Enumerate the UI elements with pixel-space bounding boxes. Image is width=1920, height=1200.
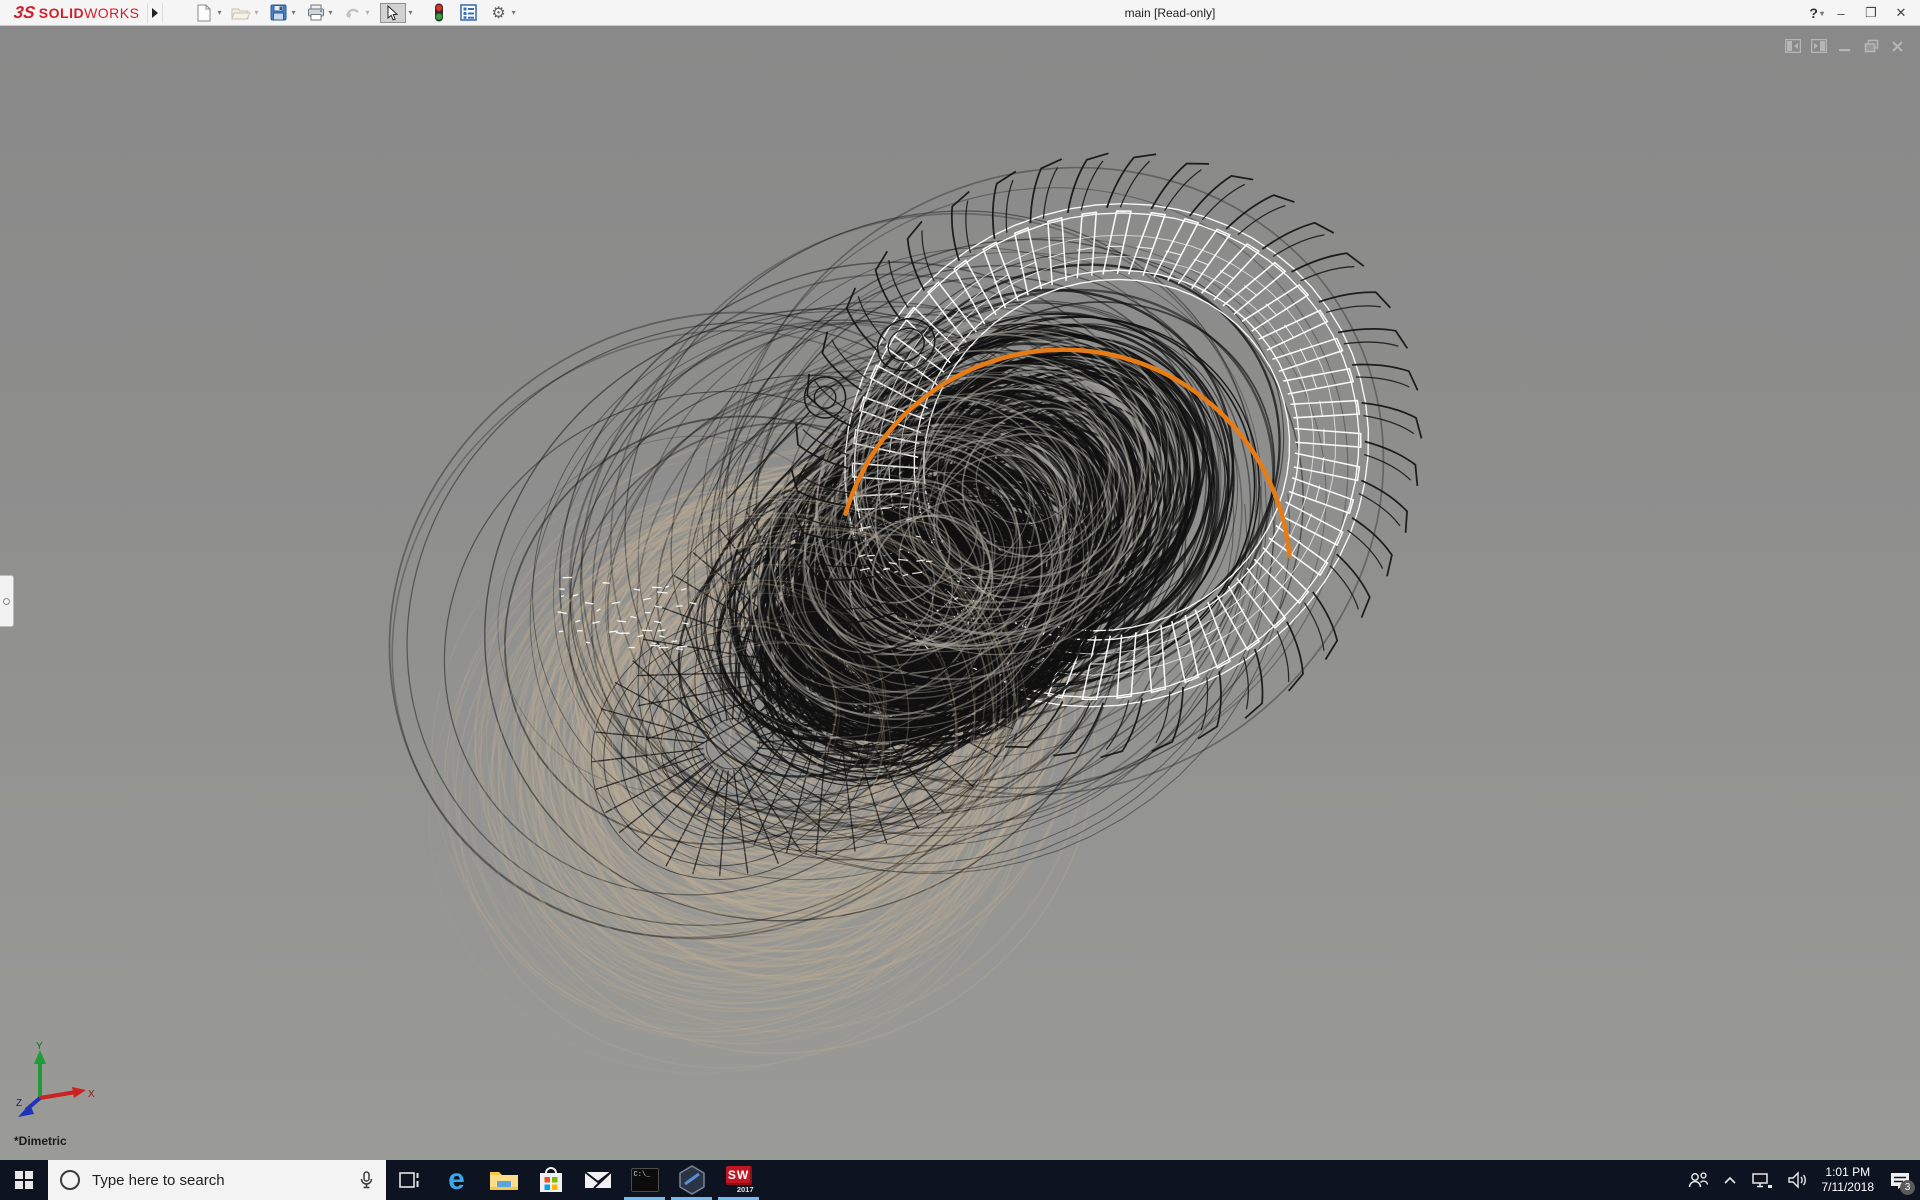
volume-button[interactable] [1780, 1160, 1814, 1200]
feature-list-button[interactable] [457, 3, 481, 23]
model-wireframe[interactable] [0, 26, 1920, 1160]
taskbar-item-mail[interactable] [574, 1160, 621, 1200]
file-explorer-icon [489, 1172, 518, 1190]
feature-tree-collapsed-tab[interactable] [0, 575, 14, 627]
search-input[interactable]: Type here to search [48, 1160, 386, 1200]
open-folder-icon [231, 4, 252, 22]
system-tray: 1:01 PM 7/11/2018 3 [1680, 1160, 1920, 1200]
dropdown-caret-icon[interactable]: ▾ [512, 8, 516, 17]
taskbar-item-hexagon-app[interactable] [668, 1160, 715, 1200]
feature-list-icon [459, 4, 479, 22]
taskbar-item-edge[interactable]: e [433, 1160, 480, 1200]
view-orientation-label: *Dimetric [14, 1134, 67, 1148]
menu-expand-arrow-icon[interactable] [147, 2, 164, 23]
cortana-icon [60, 1170, 80, 1190]
logo-3s-glyph: 3S [12, 2, 37, 22]
tray-date: 7/11/2018 [1821, 1180, 1875, 1194]
start-button[interactable] [0, 1160, 48, 1200]
minimize-button[interactable]: – [1828, 2, 1854, 24]
display-states-button[interactable] [427, 3, 451, 23]
taskbar-item-store[interactable] [527, 1160, 574, 1200]
command-prompt-icon: C:\_ [630, 1168, 659, 1192]
select-tool-button[interactable]: ▾ [378, 2, 415, 24]
help-button[interactable]: ? ▾ [1809, 5, 1824, 21]
taskbar-app-icons: e C:\_ SW 2017 [386, 1160, 762, 1200]
undo-arrow-icon [343, 4, 363, 22]
save-button[interactable]: ▾ [267, 3, 298, 23]
close-button[interactable]: ✕ [1888, 2, 1914, 24]
settings-button[interactable]: ⚙ ▾ [487, 3, 518, 23]
taskbar: Type here to search e C:\_ SW 2017 1:01 … [0, 1160, 1920, 1200]
windows-logo-icon [15, 1171, 33, 1189]
people-icon [1688, 1172, 1708, 1188]
notification-badge: 3 [1900, 1180, 1915, 1195]
hidden-icons-button[interactable] [1716, 1160, 1744, 1200]
task-view-icon [398, 1172, 418, 1188]
restore-button[interactable]: ❐ [1858, 2, 1884, 24]
help-question-icon: ? [1809, 5, 1818, 21]
dropdown-caret-icon[interactable]: ▾ [292, 8, 296, 17]
new-document-button[interactable]: ▾ [192, 3, 223, 23]
dropdown-caret-icon[interactable]: ▾ [1820, 9, 1824, 18]
edge-icon: e [448, 1163, 465, 1196]
open-document-button[interactable]: ▾ [229, 3, 260, 23]
search-placeholder: Type here to search [92, 1171, 225, 1189]
store-icon [539, 1167, 562, 1192]
triad-x-label: X [88, 1089, 95, 1100]
triad-y-label: Y [36, 1041, 43, 1052]
network-button[interactable] [1744, 1160, 1780, 1200]
save-floppy-icon [269, 4, 289, 22]
dropdown-caret-icon[interactable]: ▾ [409, 8, 413, 17]
select-cursor-icon [379, 2, 406, 23]
action-center-button[interactable]: 3 [1882, 1160, 1916, 1200]
taskbar-item-command-prompt[interactable]: C:\_ [621, 1160, 668, 1200]
speaker-icon [1787, 1171, 1806, 1189]
window-title: main [Read-only] [1124, 6, 1216, 20]
gear-icon: ⚙ [491, 4, 506, 22]
tray-time: 1:01 PM [1825, 1165, 1871, 1179]
doc-close-icon[interactable] [1888, 38, 1906, 54]
viewport-canvas[interactable]: Y X Z *Dimetric [0, 26, 1920, 1160]
tab-handle-icon [3, 597, 10, 605]
chevron-up-icon [1723, 1176, 1736, 1184]
dropdown-caret-icon[interactable]: ▾ [254, 8, 258, 17]
printer-icon [306, 4, 326, 22]
taskbar-item-file-explorer[interactable] [480, 1160, 527, 1200]
solidworks-logo: 3S SOLID WORKS [0, 3, 147, 23]
people-button[interactable] [1680, 1160, 1716, 1200]
print-button[interactable]: ▾ [304, 3, 335, 23]
titlebar: 3S SOLID WORKS ▾ ▾ ▾ ▾ ▾ ▾ ⚙ ▾ main [Rea… [0, 0, 1920, 26]
mail-icon [583, 1171, 612, 1189]
logo-solid-text: SOLID [38, 4, 85, 21]
traffic-light-icon [429, 3, 449, 22]
taskbar-item-solidworks[interactable]: SW 2017 [715, 1160, 762, 1200]
solidworks-icon: SW 2017 [724, 1166, 754, 1194]
expand-left-panel-icon[interactable] [1784, 38, 1802, 54]
doc-minimize-icon[interactable] [1836, 38, 1854, 54]
doc-restore-icon[interactable] [1862, 38, 1880, 54]
document-window-controls [1776, 38, 1906, 54]
logo-works-text: WORKS [84, 4, 140, 21]
orientation-triad: Y X Z [16, 1041, 95, 1117]
dropdown-caret-icon[interactable]: ▾ [217, 8, 221, 17]
clock[interactable]: 1:01 PM 7/11/2018 [1814, 1165, 1883, 1195]
microphone-icon[interactable] [358, 1170, 374, 1190]
new-document-icon [194, 4, 214, 22]
undo-button[interactable]: ▾ [341, 3, 372, 23]
expand-right-panel-icon[interactable] [1810, 38, 1828, 54]
dropdown-caret-icon[interactable]: ▾ [329, 8, 333, 17]
network-icon [1751, 1173, 1772, 1188]
triad-z-label: Z [16, 1098, 22, 1109]
hexagon-app-icon [678, 1165, 705, 1195]
dropdown-caret-icon[interactable]: ▾ [366, 8, 370, 17]
task-view-button[interactable] [386, 1160, 433, 1200]
